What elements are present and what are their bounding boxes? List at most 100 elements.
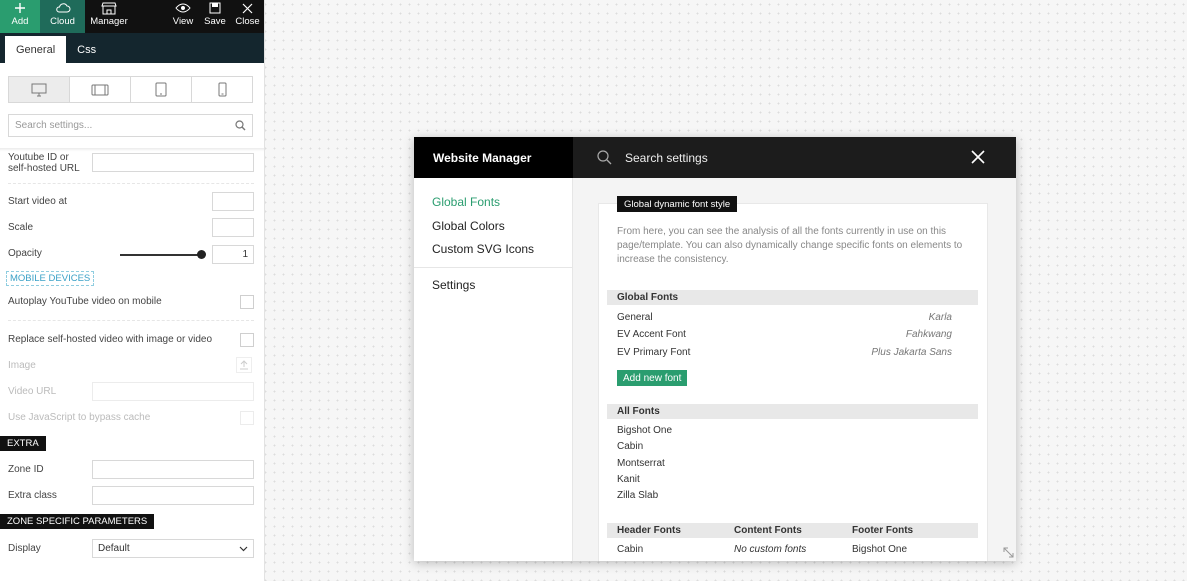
zone-id-input[interactable] [92, 460, 254, 479]
website-manager-modal: Website Manager Search settings Global F… [414, 137, 1016, 561]
search-icon [597, 150, 612, 165]
font-list-item: Bigshot One [617, 425, 673, 436]
modal-content: Global dynamic font style From here, you… [573, 178, 1016, 561]
footer-fonts-heading: Footer Fonts [852, 525, 914, 536]
card-badge: Global dynamic font style [617, 196, 738, 212]
modal-nav: Global Fonts Global Colors Custom SVG Ic… [414, 178, 573, 561]
header-fonts-heading: Header Fonts [617, 525, 681, 536]
save-button[interactable]: Save [199, 0, 231, 33]
settings-list: Youtube ID or self-hosted URL Start vide… [0, 148, 264, 581]
display-select[interactable]: Default [92, 539, 254, 558]
manager-label: Manager [90, 16, 128, 27]
tab-general[interactable]: General [5, 36, 67, 63]
font-list-item: Cabin [617, 441, 644, 452]
mobile-device-button[interactable] [192, 77, 252, 102]
scale-input[interactable] [212, 218, 254, 237]
tab-css[interactable]: Css [66, 36, 107, 63]
tablet-device-button[interactable] [131, 77, 192, 102]
font-list-item: Kanit [617, 474, 640, 485]
zone-id-label: Zone ID [8, 464, 44, 475]
zone-params-section-heading: ZONE SPECIFIC PARAMETERS [0, 514, 155, 529]
start-video-label: Start video at [8, 196, 67, 207]
modal-search-bar[interactable]: Search settings [573, 137, 1016, 178]
add-button[interactable]: Add [0, 0, 40, 33]
top-toolbar: Add Cloud Manager View Save Close [0, 0, 264, 33]
close-label: Close [235, 16, 260, 27]
opacity-input[interactable]: 1 [212, 245, 254, 264]
font-columns-heading: Header Fonts Content Fonts Footer Fonts [607, 523, 978, 538]
footer-fonts-value: Bigshot One [852, 544, 908, 555]
tablet-landscape-device-button[interactable] [70, 77, 131, 102]
device-switcher [8, 76, 253, 103]
resize-handle-icon[interactable] [1002, 546, 1015, 562]
search-input[interactable] [15, 120, 235, 131]
header-fonts-value: Cabin [617, 544, 644, 555]
scale-label: Scale [8, 222, 34, 233]
display-label: Display [8, 543, 41, 554]
upload-icon[interactable] [236, 357, 252, 376]
extra-class-label: Extra class [8, 490, 57, 501]
video-url-input[interactable] [92, 382, 254, 401]
nav-global-fonts[interactable]: Global Fonts [432, 195, 500, 209]
settings-panel: Add Cloud Manager View Save Close Genera… [0, 0, 265, 581]
save-label: Save [204, 16, 226, 27]
image-label: Image [8, 360, 36, 371]
tab-bar: General Css [0, 33, 264, 63]
chevron-down-icon [239, 546, 248, 551]
add-label: Add [11, 16, 29, 27]
start-video-input[interactable] [212, 192, 254, 211]
bypass-cache-checkbox[interactable] [240, 411, 254, 425]
cloud-icon [55, 1, 71, 15]
manager-button[interactable]: Manager [85, 0, 133, 33]
modal-title: Website Manager [414, 137, 573, 178]
nav-settings[interactable]: Settings [432, 278, 475, 292]
desktop-device-button[interactable] [9, 77, 70, 102]
video-url-label: Video URL [8, 386, 57, 397]
content-fonts-value: No custom fonts [734, 544, 807, 555]
font-list-item: Montserrat [617, 458, 665, 469]
nav-global-colors[interactable]: Global Colors [432, 219, 505, 233]
global-font-row[interactable]: EV Accent Font Fahkwang [617, 329, 952, 340]
global-font-row[interactable]: General Karla [617, 312, 952, 323]
modal-search-text: Search settings [625, 150, 708, 165]
floppy-icon [209, 1, 221, 15]
close-button[interactable]: Close [231, 0, 264, 33]
cloud-button[interactable]: Cloud [40, 0, 85, 33]
nav-custom-svg-icons[interactable]: Custom SVG Icons [432, 242, 534, 256]
bypass-cache-label: Use JavaScript to bypass cache [8, 412, 151, 423]
font-list-item: Zilla Slab [617, 490, 659, 501]
extra-class-input[interactable] [92, 486, 254, 505]
display-select-value: Default [98, 543, 130, 554]
plus-icon [14, 1, 26, 15]
content-fonts-heading: Content Fonts [734, 525, 802, 536]
add-new-font-button[interactable]: Add new font [617, 370, 688, 386]
global-fonts-heading: Global Fonts [607, 290, 978, 305]
font-style-card: Global dynamic font style From here, you… [598, 196, 988, 561]
cloud-label: Cloud [50, 16, 75, 27]
eye-icon [175, 1, 191, 15]
mobile-icon [218, 82, 226, 97]
modal-close-icon[interactable] [971, 150, 985, 167]
autoplay-label: Autoplay YouTube video on mobile [8, 296, 162, 307]
all-fonts-heading: All Fonts [607, 404, 978, 419]
autoplay-checkbox[interactable] [240, 295, 254, 309]
replace-video-checkbox[interactable] [240, 333, 254, 347]
desktop-icon [31, 83, 47, 96]
youtube-label-line1: Youtube ID or [8, 152, 69, 163]
mobile-devices-subheading: MOBILE DEVICES [6, 271, 95, 286]
tablet-landscape-icon [91, 84, 109, 95]
global-font-row[interactable]: EV Primary Font Plus Jakarta Sans [617, 347, 952, 358]
youtube-url-input[interactable] [92, 153, 254, 172]
search-icon [235, 120, 246, 131]
view-label: View [172, 16, 194, 27]
store-icon [101, 1, 117, 15]
view-button[interactable]: View [167, 0, 199, 33]
tablet-icon [155, 82, 167, 97]
opacity-label: Opacity [8, 248, 42, 259]
opacity-slider-track[interactable] [120, 254, 202, 256]
opacity-slider-handle[interactable] [197, 250, 206, 259]
extra-section-heading: EXTRA [0, 436, 46, 451]
close-icon [242, 1, 253, 15]
card-description: From here, you can see the analysis of a… [617, 226, 963, 265]
youtube-label-line2: self-hosted URL [8, 163, 80, 174]
